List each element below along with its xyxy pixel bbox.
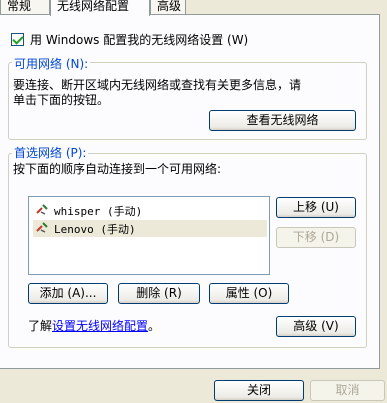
view-wireless-networks-button[interactable]: 查看无线网络 [209, 110, 356, 131]
preferred-networks-legend: 首选网络 (P): [12, 144, 89, 161]
cancel-button[interactable]: 取消 [310, 380, 385, 401]
wireless-network-icon [36, 203, 50, 218]
list-item[interactable]: Lenovo (手动) [33, 220, 267, 237]
properties-button[interactable]: 属性 (O) [209, 283, 289, 304]
learn-more-suffix: 。 [148, 319, 161, 333]
list-item[interactable]: whisper (手动) [33, 202, 267, 219]
available-desc-line2: 单击下面的按钮。 [13, 93, 110, 107]
network-name: whisper (手动) [54, 204, 143, 218]
move-up-button[interactable]: 上移 (U) [276, 197, 356, 218]
learn-more-prefix: 了解 [28, 319, 53, 333]
tab-general[interactable]: 常规 [0, 0, 50, 15]
advanced-button[interactable]: 高级 (V) [276, 316, 356, 337]
tab-wireless-networks[interactable]: 无线网络配置 [50, 0, 150, 16]
available-networks-legend: 可用网络 (N): [12, 55, 91, 72]
use-windows-label: 用 Windows 配置我的无线网络设置 (W) [30, 33, 249, 47]
use-windows-checkbox[interactable] [11, 33, 24, 46]
move-down-button[interactable]: 下移 (D) [276, 227, 356, 248]
delete-button[interactable]: 删除 (R) [118, 283, 200, 304]
tab-advanced[interactable]: 高级 [150, 0, 186, 15]
add-button[interactable]: 添加 (A)... [28, 283, 108, 304]
learn-more-text: 了解设置无线网络配置。 [28, 317, 160, 334]
tab-strip: 常规 无线网络配置 高级 [0, 0, 387, 16]
preferred-networks-list[interactable]: whisper (手动) Lenovo (手动) [28, 196, 270, 275]
wireless-network-icon [36, 221, 50, 236]
learn-more-link[interactable]: 设置无线网络配置 [52, 319, 148, 333]
network-name: Lenovo (手动) [54, 222, 136, 236]
use-windows-checkbox-row[interactable]: 用 Windows 配置我的无线网络设置 (W) [11, 31, 248, 48]
preferred-desc: 按下面的顺序自动连接到一个可用网络: [13, 162, 222, 176]
close-button[interactable]: 关闭 [214, 380, 304, 401]
